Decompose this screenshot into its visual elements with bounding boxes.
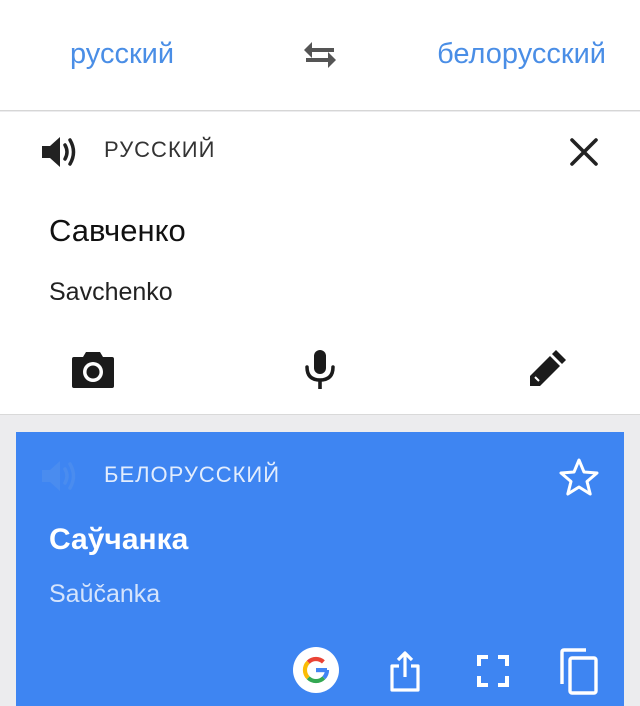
star-icon: [559, 458, 599, 496]
listen-translation-button[interactable]: [40, 458, 80, 494]
google-search-button[interactable]: [293, 647, 339, 693]
target-language-selector[interactable]: белорусский: [437, 36, 606, 72]
camera-icon: [72, 352, 114, 388]
share-icon: [390, 651, 420, 692]
speaker-icon: [42, 461, 76, 491]
swap-arrows-icon: [304, 42, 336, 68]
listen-source-button[interactable]: [40, 134, 80, 170]
source-text[interactable]: Савченко: [49, 212, 186, 250]
copy-icon: [560, 648, 598, 695]
fullscreen-button[interactable]: [476, 654, 510, 688]
microphone-icon: [305, 350, 335, 389]
share-button[interactable]: [388, 650, 422, 692]
copy-button[interactable]: [556, 648, 600, 696]
handwriting-button[interactable]: [526, 348, 568, 390]
source-transliteration: Savchenko: [49, 278, 173, 306]
save-favorite-button[interactable]: [558, 457, 600, 497]
clear-input-button[interactable]: [566, 134, 602, 170]
speaker-icon: [42, 137, 76, 167]
fullscreen-icon: [477, 655, 509, 687]
source-language-selector[interactable]: русский: [70, 36, 174, 72]
microphone-button[interactable]: [302, 348, 338, 390]
target-language-label: БЕЛОРУССКИЙ: [104, 462, 281, 487]
google-logo-icon: [302, 656, 330, 684]
input-card: РУССКИЙ Савченко Savchenko: [0, 112, 640, 415]
language-bar: русский белорусский: [0, 0, 640, 111]
swap-languages-button[interactable]: [300, 38, 340, 72]
camera-button[interactable]: [72, 350, 114, 388]
translation-text: Саўчанка: [49, 523, 189, 556]
translation-card: БЕЛОРУССКИЙ Саўчанка Saŭčanka: [16, 432, 624, 706]
translation-transliteration: Saŭčanka: [49, 580, 161, 608]
close-icon: [570, 138, 598, 166]
source-language-label: РУССКИЙ: [104, 137, 216, 162]
pen-icon: [530, 350, 566, 386]
